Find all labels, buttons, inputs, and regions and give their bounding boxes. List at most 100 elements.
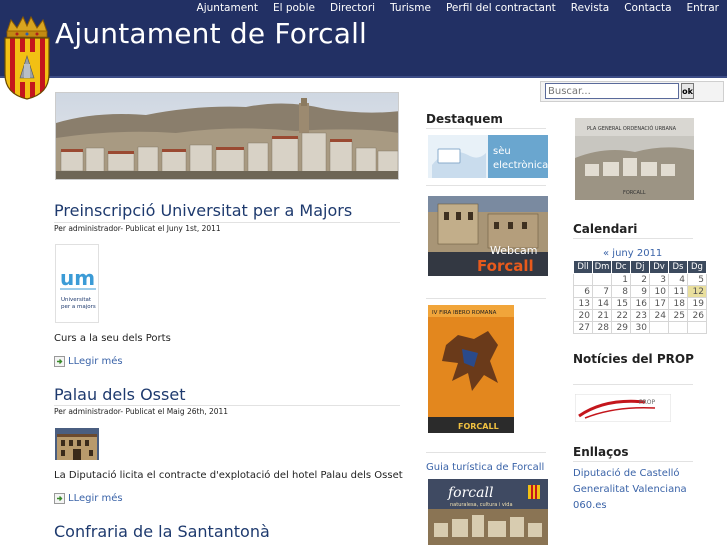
seu-label: sèu xyxy=(493,145,511,157)
site-title[interactable]: Ajuntament de Forcall xyxy=(55,17,367,50)
post-title-palau-osset[interactable]: Palau dels Osset xyxy=(54,385,185,404)
calendar-day[interactable]: 14 xyxy=(592,297,612,310)
svg-text:per a majors: per a majors xyxy=(61,304,96,310)
link-diputacio-castello[interactable]: Diputació de Castelló xyxy=(573,466,687,482)
calendar-day[interactable]: 16 xyxy=(630,297,650,310)
guia-turistica-cover[interactable]: forcall naturalesa, cultura i vida xyxy=(428,479,548,545)
calendar-day[interactable]: 24 xyxy=(649,309,669,322)
calendar-day[interactable]: 6 xyxy=(573,285,593,298)
nav-item-el-poble[interactable]: El poble xyxy=(273,2,315,14)
search-input[interactable] xyxy=(545,83,679,99)
calendar-day[interactable]: 27 xyxy=(573,321,593,334)
calendar-week-row: 27 28 29 30 xyxy=(573,321,707,334)
header-divider xyxy=(0,76,727,78)
prop-logo-text: PROP xyxy=(639,399,656,406)
calendar-day[interactable]: 13 xyxy=(573,297,593,310)
read-more-icon xyxy=(54,493,65,504)
nav-item-directori[interactable]: Directori xyxy=(330,2,375,14)
section-divider xyxy=(426,185,546,186)
calendar-day[interactable]: 18 xyxy=(668,297,688,310)
post-title-preinscripcio[interactable]: Preinscripció Universitat per a Majors xyxy=(54,201,352,220)
svg-text:Forcall: Forcall xyxy=(477,257,534,275)
coat-of-arms-logo[interactable] xyxy=(3,14,51,100)
links-heading: Enllaços xyxy=(573,445,629,459)
weekday-header: Dc xyxy=(611,260,631,274)
calendar-day[interactable]: 2 xyxy=(630,273,650,286)
read-more-label[interactable]: LLegir més xyxy=(68,493,123,504)
seu-electronica-banner[interactable]: sèu electrònica xyxy=(428,135,548,178)
calendar-day[interactable]: 4 xyxy=(668,273,688,286)
calendar-week-row: 13 14 15 16 17 18 19 xyxy=(573,297,707,310)
search-submit-button[interactable]: ok xyxy=(681,83,694,99)
webcam-forcall-banner[interactable]: Webcam Forcall xyxy=(428,196,548,276)
calendar-table: Dll Dm Dc Dj Dv Ds Dg 1 2 3 4 5 6 7 8 9 10 11 12 13 1… xyxy=(573,260,707,334)
calendar-day[interactable]: 23 xyxy=(630,309,650,322)
post-divider xyxy=(54,405,400,406)
guia-turistica-link[interactable]: Guia turística de Forcall xyxy=(426,462,544,473)
calendar-day[interactable]: 9 xyxy=(630,285,650,298)
calendar-empty-cell xyxy=(668,321,688,334)
thumbnail-label: Universitat xyxy=(61,297,92,303)
calendar-day[interactable]: 29 xyxy=(611,321,631,334)
svg-text:electrònica: electrònica xyxy=(493,159,548,171)
read-more-label[interactable]: LLegir més xyxy=(68,356,123,367)
prop-logo-banner[interactable]: PROP xyxy=(575,394,671,422)
nav-item-turisme[interactable]: Turisme xyxy=(390,2,431,14)
calendar-day[interactable]: 25 xyxy=(668,309,688,322)
calendar-caption[interactable]: « juny 2011 xyxy=(603,248,662,259)
fira-ibero-romana-poster[interactable]: IV FIRA IBERO ROMANA FORCALL xyxy=(428,305,514,433)
search-box: ok xyxy=(540,81,724,102)
calendar-day[interactable]: 22 xyxy=(611,309,631,322)
calendar-day[interactable]: 20 xyxy=(573,309,593,322)
calendar-day[interactable]: 11 xyxy=(668,285,688,298)
calendar-day[interactable]: 19 xyxy=(687,297,707,310)
poster-title: IV FIRA IBERO ROMANA xyxy=(432,310,497,316)
weekday-header: Ds xyxy=(668,260,688,274)
section-divider xyxy=(573,384,693,385)
svg-text:FORCALL: FORCALL xyxy=(458,422,499,431)
webcam-label: Webcam xyxy=(490,244,538,257)
nav-item-contacta[interactable]: Contacta xyxy=(624,2,671,14)
calendar-day[interactable]: 26 xyxy=(687,309,707,322)
link-060[interactable]: 060.es xyxy=(573,498,687,514)
pla-general-ordenacio-banner[interactable]: PLA GENERAL ORDENACIÓ URBANA FORCALL xyxy=(575,118,694,200)
calendar-day[interactable]: 1 xyxy=(611,273,631,286)
calendar-empty-cell xyxy=(573,273,593,286)
calendar-week-row: 12345 xyxy=(573,273,707,286)
post-meta: Per administrador- Publicat el Maig 26th… xyxy=(54,407,229,416)
read-more-link[interactable]: LLegir més xyxy=(54,356,123,367)
svg-text:um: um xyxy=(60,266,95,290)
calendar-day[interactable]: 12 xyxy=(687,285,707,298)
section-divider xyxy=(426,128,546,129)
nav-item-revista[interactable]: Revista xyxy=(571,2,609,14)
section-divider xyxy=(426,298,546,299)
external-links-list: Diputació de Castelló Generalitat Valenc… xyxy=(573,466,687,514)
calendar-week-row: 20 21 22 23 24 25 26 xyxy=(573,309,707,322)
calendar-day[interactable]: 7 xyxy=(592,285,612,298)
calendar-day[interactable]: 15 xyxy=(611,297,631,310)
weekday-header: Dg xyxy=(687,260,707,274)
palau-osset-thumbnail[interactable] xyxy=(55,428,99,460)
link-generalitat-valenciana[interactable]: Generalitat Valenciana xyxy=(573,482,687,498)
nav-item-perfil-contractant[interactable]: Perfil del contractant xyxy=(446,2,556,14)
calendar-empty-cell xyxy=(649,321,669,334)
calendar-day[interactable]: 21 xyxy=(592,309,612,322)
calendar-day[interactable]: 8 xyxy=(611,285,631,298)
post-title-confraria[interactable]: Confraria de la Santantonà xyxy=(54,522,270,541)
plan-label: PLA GENERAL ORDENACIÓ URBANA xyxy=(587,125,677,132)
nav-item-ajuntament[interactable]: Ajuntament xyxy=(197,2,258,14)
calendar-day[interactable]: 3 xyxy=(649,273,669,286)
calendar-day[interactable]: 28 xyxy=(592,321,612,334)
calendar-day[interactable]: 17 xyxy=(649,297,669,310)
calendar-day[interactable]: 5 xyxy=(687,273,707,286)
calendar-day[interactable]: 10 xyxy=(649,285,669,298)
post-excerpt: La Diputació licita el contracte d'explo… xyxy=(54,470,403,481)
calendar-day[interactable]: 30 xyxy=(630,321,650,334)
town-banner-image xyxy=(55,92,399,180)
nav-item-entrar[interactable]: Entrar xyxy=(687,2,719,14)
read-more-link[interactable]: LLegir més xyxy=(54,493,123,504)
weekday-header: Dll xyxy=(573,260,593,274)
prop-heading: Notícies del PROP xyxy=(573,352,694,366)
weekday-header: Dm xyxy=(592,260,612,274)
universitat-majors-thumbnail[interactable]: um Universitat per a majors xyxy=(55,244,99,323)
